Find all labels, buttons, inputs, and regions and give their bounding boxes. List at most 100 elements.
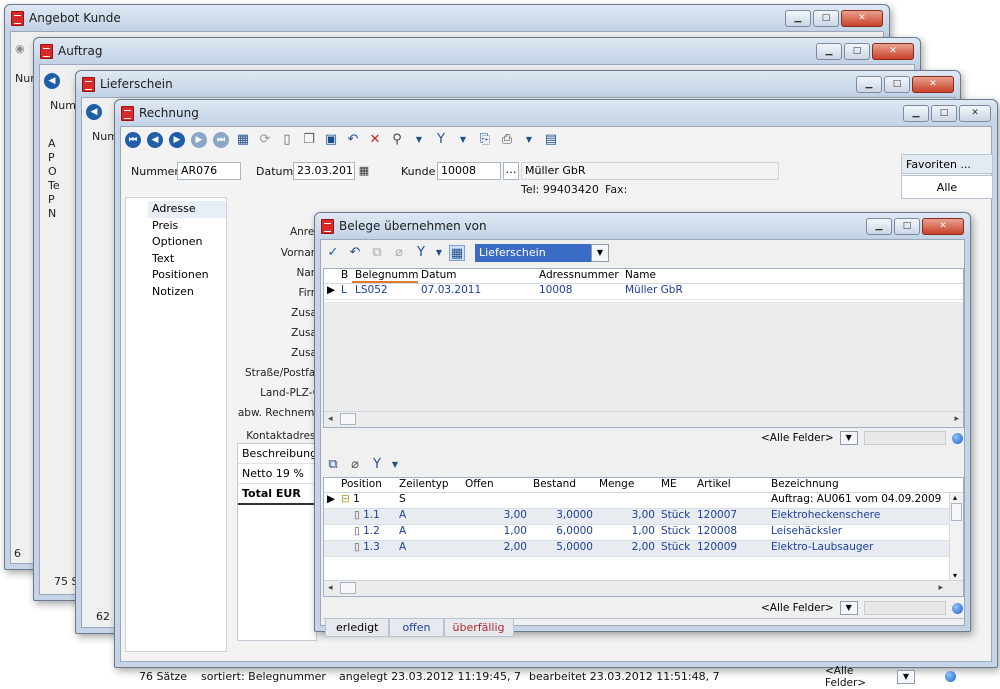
sidebar-item[interactable]: Te	[48, 179, 60, 193]
calendar-icon[interactable]: ▦	[356, 163, 372, 179]
filter-value[interactable]: <Alle Felder>	[761, 432, 834, 444]
scroll-thumb[interactable]	[951, 503, 962, 521]
scroll-left-icon[interactable]: ◂	[328, 583, 333, 593]
nav-first-icon[interactable]: ◉	[15, 42, 25, 55]
col-header[interactable]: Menge	[596, 478, 658, 492]
filter-value[interactable]: <Alle Felder>	[761, 602, 834, 614]
filter-icon[interactable]: Y	[433, 132, 449, 148]
scroll-left-icon[interactable]: ◂	[328, 414, 333, 424]
vertical-scrollbar[interactable]: ▴ ▾	[949, 493, 963, 580]
delete-icon[interactable]: ✕	[367, 132, 383, 148]
scroll-up-icon[interactable]: ▴	[953, 493, 957, 502]
scroll-right-icon[interactable]: ▸	[954, 414, 959, 424]
minimize-button[interactable]: ▁	[856, 76, 882, 93]
col-header[interactable]: ME	[658, 478, 694, 492]
previous-record-icon[interactable]: ◀	[147, 132, 163, 148]
calendar-grid-icon[interactable]: ▦	[235, 132, 251, 148]
col-header[interactable]: Belegnummer	[352, 269, 418, 283]
col-header[interactable]: Position	[338, 478, 396, 492]
col-header[interactable]: Name	[622, 269, 742, 283]
favoriten-header[interactable]: Favoriten ...	[901, 154, 993, 174]
scroll-right-icon[interactable]: ▸	[938, 583, 943, 593]
table-row[interactable]: ▯ 1.3 A 2,00 5,0000 2,00 Stück 120009 El…	[324, 541, 963, 557]
tab-ueberfaellig[interactable]: überfällig	[443, 619, 514, 637]
sidebar-item[interactable]: P	[48, 151, 60, 165]
datum-field[interactable]: 23.03.2012	[293, 162, 355, 180]
favoriten-item[interactable]: Alle	[901, 175, 993, 199]
scroll-down-icon[interactable]: ▾	[953, 571, 957, 580]
scroll-thumb[interactable]	[340, 413, 356, 425]
maximize-button[interactable]: □	[894, 218, 920, 235]
sidebar-item-optionen[interactable]: Optionen	[152, 234, 226, 251]
col-header[interactable]: Datum	[418, 269, 536, 283]
kunde-field[interactable]: 10008	[437, 162, 501, 180]
doctype-select[interactable]: Lieferschein ▼	[475, 244, 609, 262]
grid-view-icon[interactable]: ▦	[449, 245, 465, 261]
tab-offen[interactable]: offen	[389, 619, 444, 637]
close-button[interactable]: ✕	[872, 43, 914, 60]
close-button[interactable]: ✕	[912, 76, 954, 93]
eraser-icon[interactable]: ⌀	[347, 457, 363, 473]
minimize-button[interactable]: ▁	[785, 10, 811, 27]
table-row[interactable]: ▶ ⊟ 1 S Auftrag: AU061 vom 04.09.2009	[324, 493, 963, 509]
sidebar-item-positionen[interactable]: Positionen	[152, 267, 226, 284]
col-header[interactable]: Zeilentyp	[396, 478, 462, 492]
first-record-icon[interactable]: ⏮	[125, 132, 141, 148]
table-row[interactable]: ▯ 1.2 A 1,00 6,0000 1,00 Stück 120008 Le…	[324, 525, 963, 541]
kunde-lookup-button[interactable]: …	[503, 162, 519, 180]
new-document-icon[interactable]: ▯	[279, 132, 295, 148]
col-header[interactable]: Offen	[462, 478, 530, 492]
chevron-down-icon[interactable]: ▼	[521, 132, 537, 148]
status-filter[interactable]: <Alle Felder>	[825, 665, 897, 689]
last-record-icon[interactable]: ⏭	[213, 132, 229, 148]
next-record-icon[interactable]: ▶	[169, 132, 185, 148]
save-icon[interactable]: ▣	[323, 132, 339, 148]
col-header[interactable]: Bestand	[530, 478, 596, 492]
close-button[interactable]: ✕	[922, 218, 964, 235]
copy-icon[interactable]: ❐	[301, 132, 317, 148]
doctype-value[interactable]: Lieferschein	[475, 244, 591, 262]
add-rows-icon[interactable]: ⧉	[369, 245, 385, 261]
sidebar-item-adresse[interactable]: Adresse	[148, 201, 226, 218]
print-icon[interactable]: ⎙	[499, 132, 515, 148]
sidebar-item[interactable]: P	[48, 193, 60, 207]
minimize-button[interactable]: ▁	[903, 105, 929, 122]
search-icon[interactable]: ⚲	[389, 132, 405, 148]
tab-erledigt[interactable]: erledigt	[325, 619, 390, 637]
minimize-button[interactable]: ▁	[866, 218, 892, 235]
filter-icon[interactable]: Y	[413, 245, 429, 261]
add-rows-icon[interactable]: ⧉	[325, 457, 341, 473]
col-header[interactable]: B	[338, 269, 352, 283]
forward-icon[interactable]: ▶	[191, 132, 207, 148]
eraser-icon[interactable]: ⌀	[391, 245, 407, 261]
maximize-button[interactable]: □	[813, 10, 839, 27]
table-row[interactable]: ▶ L LS052 07.03.2011 10008 Müller GbR	[324, 284, 963, 300]
col-header[interactable]: Adressnummer	[536, 269, 622, 283]
chevron-down-icon[interactable]: ▼	[839, 431, 858, 445]
undo-icon[interactable]: ↶	[345, 132, 361, 148]
col-header[interactable]: Bezeichnung	[768, 478, 948, 492]
sidebar-item-preis[interactable]: Preis	[152, 218, 226, 235]
horizontal-scrollbar[interactable]: ◂ ▸	[324, 580, 963, 596]
sidebar-item-notizen[interactable]: Notizen	[152, 284, 226, 301]
undo-icon[interactable]: ↶	[347, 245, 363, 261]
maximize-button[interactable]: □	[844, 43, 870, 60]
nav-first-icon[interactable]: ◀	[44, 73, 60, 89]
check-icon[interactable]: ✓	[325, 245, 341, 261]
chevron-down-icon[interactable]: ▼	[839, 601, 858, 615]
chevron-down-icon[interactable]: ▼	[435, 245, 443, 261]
chevron-down-icon[interactable]: ▼	[591, 244, 609, 262]
sidebar-item[interactable]: N	[48, 207, 60, 221]
filter-icon[interactable]: Y	[369, 457, 385, 473]
horizontal-scrollbar[interactable]: ◂ ▸	[324, 411, 963, 427]
sidebar-item[interactable]: O	[48, 165, 60, 179]
chevron-down-icon[interactable]: ▼	[391, 457, 399, 473]
scroll-thumb[interactable]	[340, 582, 356, 594]
chevron-down-icon[interactable]: ▼	[897, 669, 915, 684]
document-transfer-icon[interactable]: ⎘	[477, 132, 493, 148]
chevron-down-icon[interactable]: ▼	[411, 132, 427, 148]
maximize-button[interactable]: □	[884, 76, 910, 93]
close-button[interactable]: ✕	[959, 105, 991, 122]
chevron-down-icon[interactable]: ▼	[455, 132, 471, 148]
close-button[interactable]: ✕	[841, 10, 883, 27]
